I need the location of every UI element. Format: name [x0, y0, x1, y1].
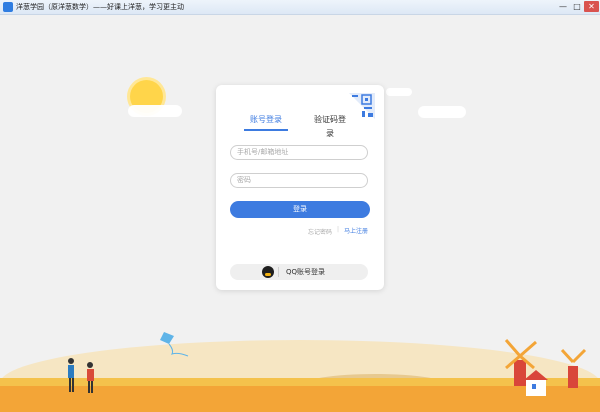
- qq-login-button[interactable]: QQ账号登录: [230, 264, 368, 280]
- windmill-house-illustration: [504, 339, 587, 396]
- qq-login-label: QQ账号登录: [286, 268, 326, 276]
- cloud-decoration: [418, 106, 466, 118]
- close-button[interactable]: ✕: [584, 1, 599, 12]
- app-window: 洋葱学园（原洋葱数学）——好课上洋葱，学习更主动 — □ ✕ 账号登录 验证码登…: [0, 0, 600, 412]
- children-illustration: [68, 358, 94, 393]
- maximize-button[interactable]: □: [570, 1, 584, 12]
- cloud-decoration: [128, 105, 182, 117]
- qr-code-icon[interactable]: [349, 93, 375, 119]
- cloud-decoration: [386, 88, 412, 96]
- window-title: 洋葱学园（原洋葱数学）——好课上洋葱，学习更主动: [16, 3, 184, 11]
- app-icon: [3, 2, 13, 12]
- tab-code-login[interactable]: 验证码登录: [311, 113, 349, 138]
- minimize-button[interactable]: —: [556, 1, 570, 12]
- login-button[interactable]: 登录: [230, 201, 370, 218]
- login-panel: 账号登录 验证码登录 登录 忘记密码 | 马上注册 QQ账号登录: [216, 85, 384, 290]
- phone-email-input[interactable]: [230, 145, 368, 160]
- link-divider: |: [337, 226, 340, 233]
- register-link[interactable]: 马上注册: [344, 226, 368, 235]
- qq-divider: [278, 267, 279, 277]
- qq-icon: [262, 266, 274, 278]
- tab-account-login[interactable]: 账号登录: [244, 113, 288, 131]
- title-bar: 洋葱学园（原洋葱数学）——好课上洋葱，学习更主动 — □ ✕: [0, 0, 600, 15]
- kite-illustration: [160, 332, 189, 357]
- password-input[interactable]: [230, 173, 368, 188]
- forgot-password-link[interactable]: 忘记密码: [308, 227, 332, 236]
